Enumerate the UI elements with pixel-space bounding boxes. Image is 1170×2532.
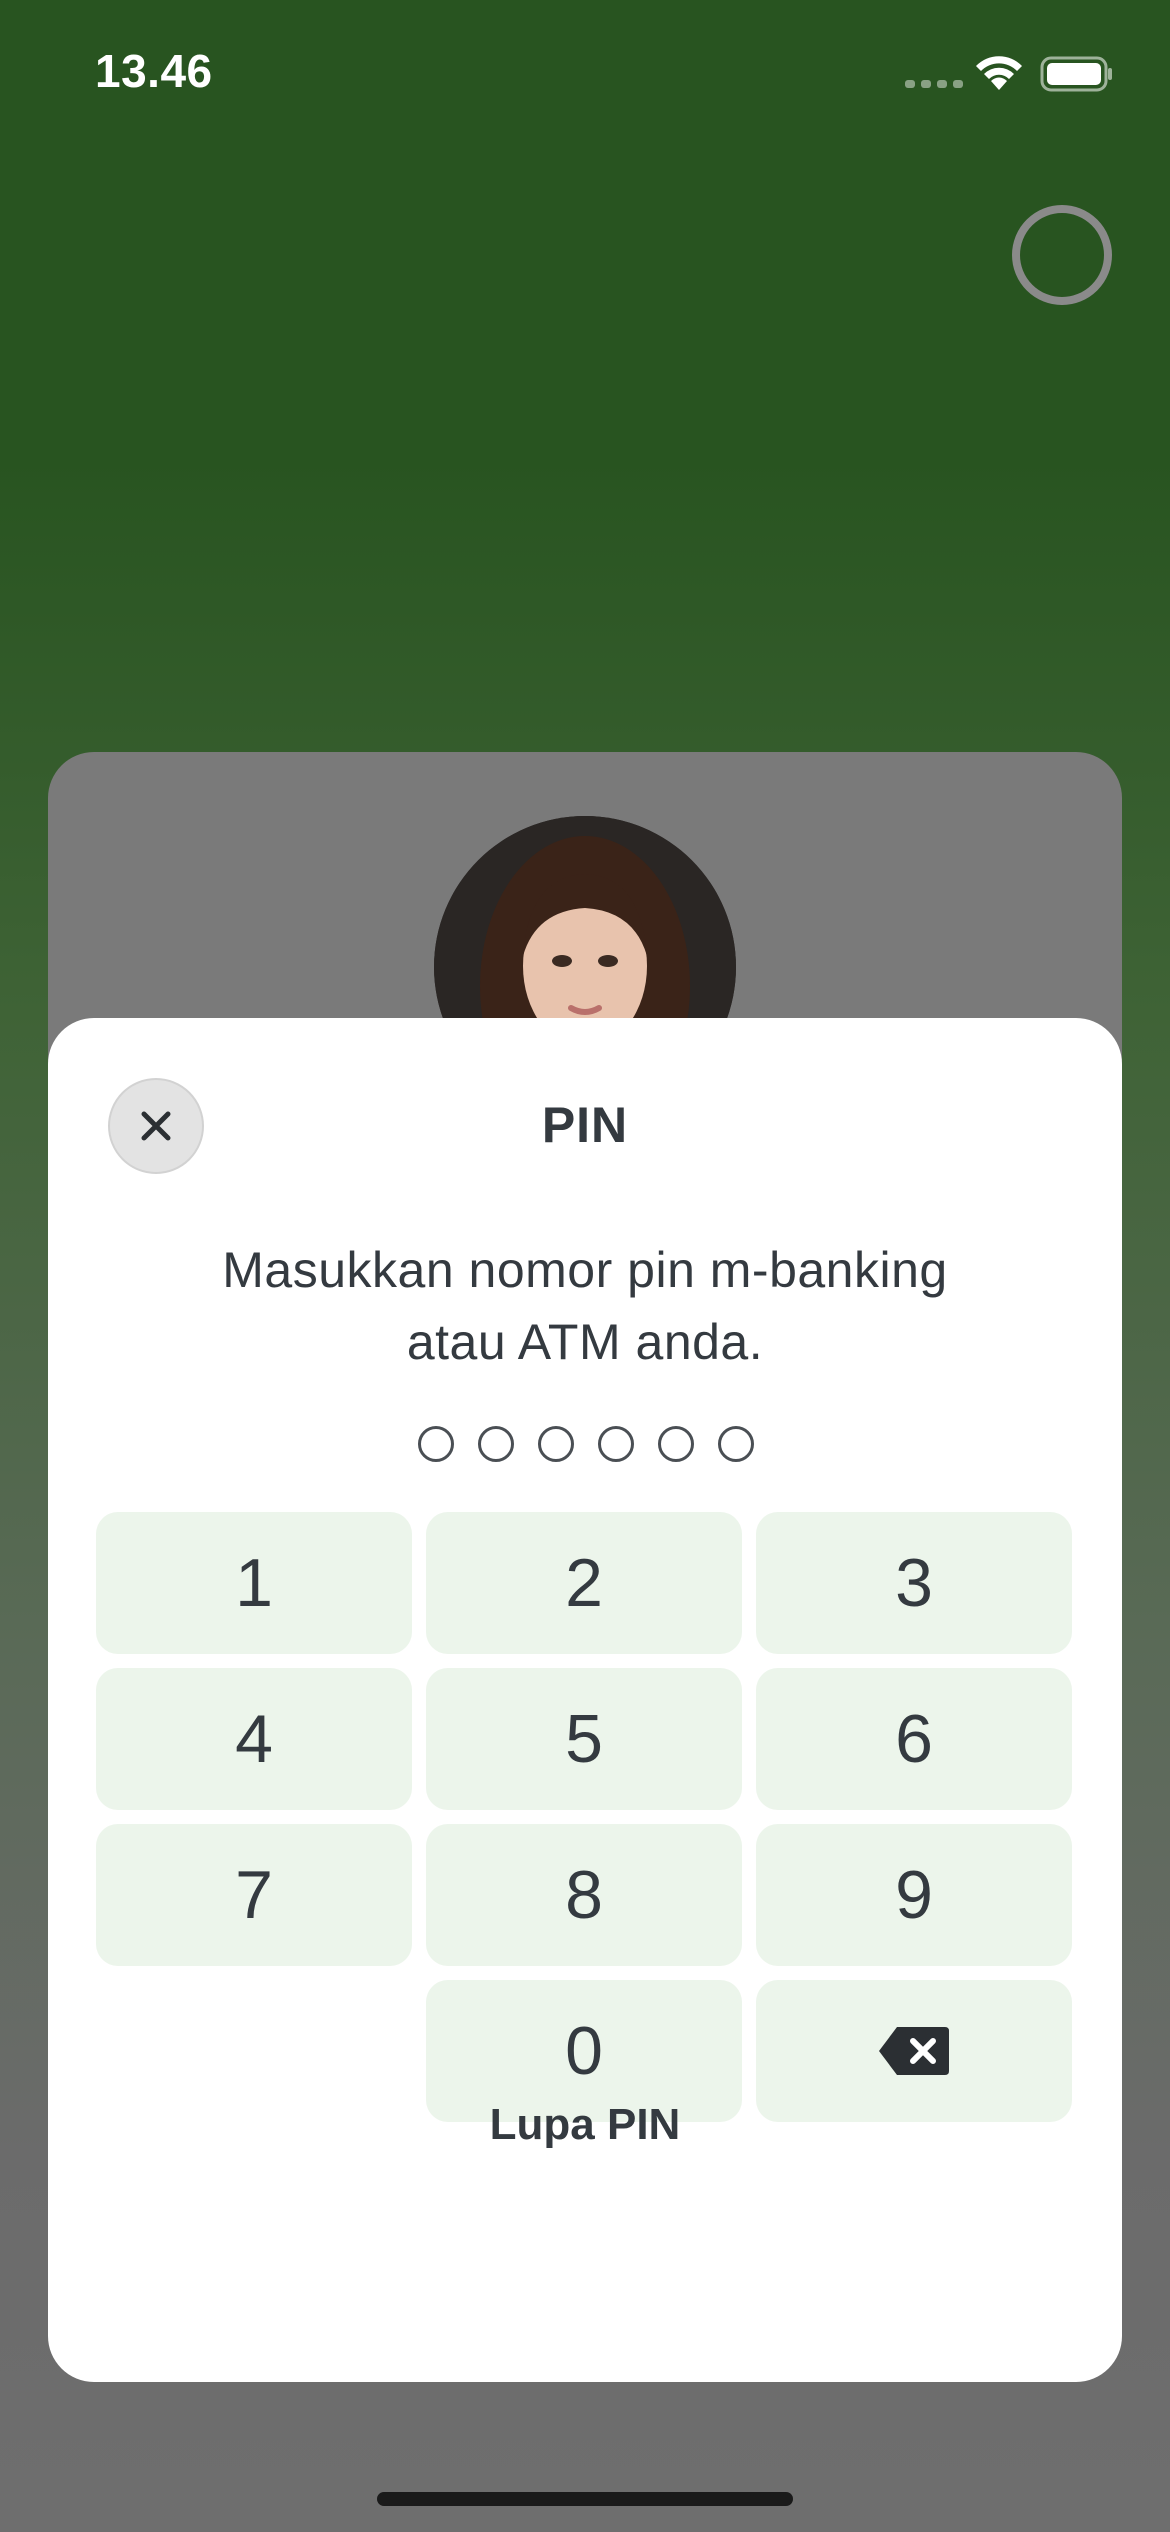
- status-time: 13.46: [95, 45, 213, 97]
- key-5[interactable]: 5: [426, 1668, 742, 1810]
- loading-ring: [1012, 205, 1112, 305]
- instruction-line-1: Masukkan nomor pin m-banking: [222, 1242, 948, 1298]
- pin-dot-6: [718, 1426, 754, 1462]
- pin-dot-1: [418, 1426, 454, 1462]
- key-1[interactable]: 1: [96, 1512, 412, 1654]
- wifi-icon: [976, 56, 1022, 90]
- pin-dot-4: [598, 1426, 634, 1462]
- key-2[interactable]: 2: [426, 1512, 742, 1654]
- key-4[interactable]: 4: [96, 1668, 412, 1810]
- cellular-signal-icon: [905, 80, 963, 88]
- pin-bottom-sheet: PIN Masukkan nomor pin m-banking atau AT…: [48, 1018, 1122, 2382]
- instruction-line-2: atau ATM anda.: [406, 1314, 764, 1370]
- status-bar: 13.46: [0, 0, 1170, 150]
- pin-dot-5: [658, 1426, 694, 1462]
- key-8[interactable]: 8: [426, 1824, 742, 1966]
- pin-dot-2: [478, 1426, 514, 1462]
- forgot-pin-link[interactable]: Lupa PIN: [48, 2100, 1122, 2150]
- sheet-title: PIN: [541, 1097, 629, 1153]
- key-7[interactable]: 7: [96, 1824, 412, 1966]
- backspace-icon: [879, 2027, 949, 2075]
- pin-instruction: Masukkan nomor pin m-banking atau ATM an…: [48, 1234, 1122, 1378]
- pin-dot-3: [538, 1426, 574, 1462]
- home-indicator: [377, 2492, 793, 2506]
- battery-icon: [1040, 56, 1112, 92]
- key-9[interactable]: 9: [756, 1824, 1072, 1966]
- key-3[interactable]: 3: [756, 1512, 1072, 1654]
- key-6[interactable]: 6: [756, 1668, 1072, 1810]
